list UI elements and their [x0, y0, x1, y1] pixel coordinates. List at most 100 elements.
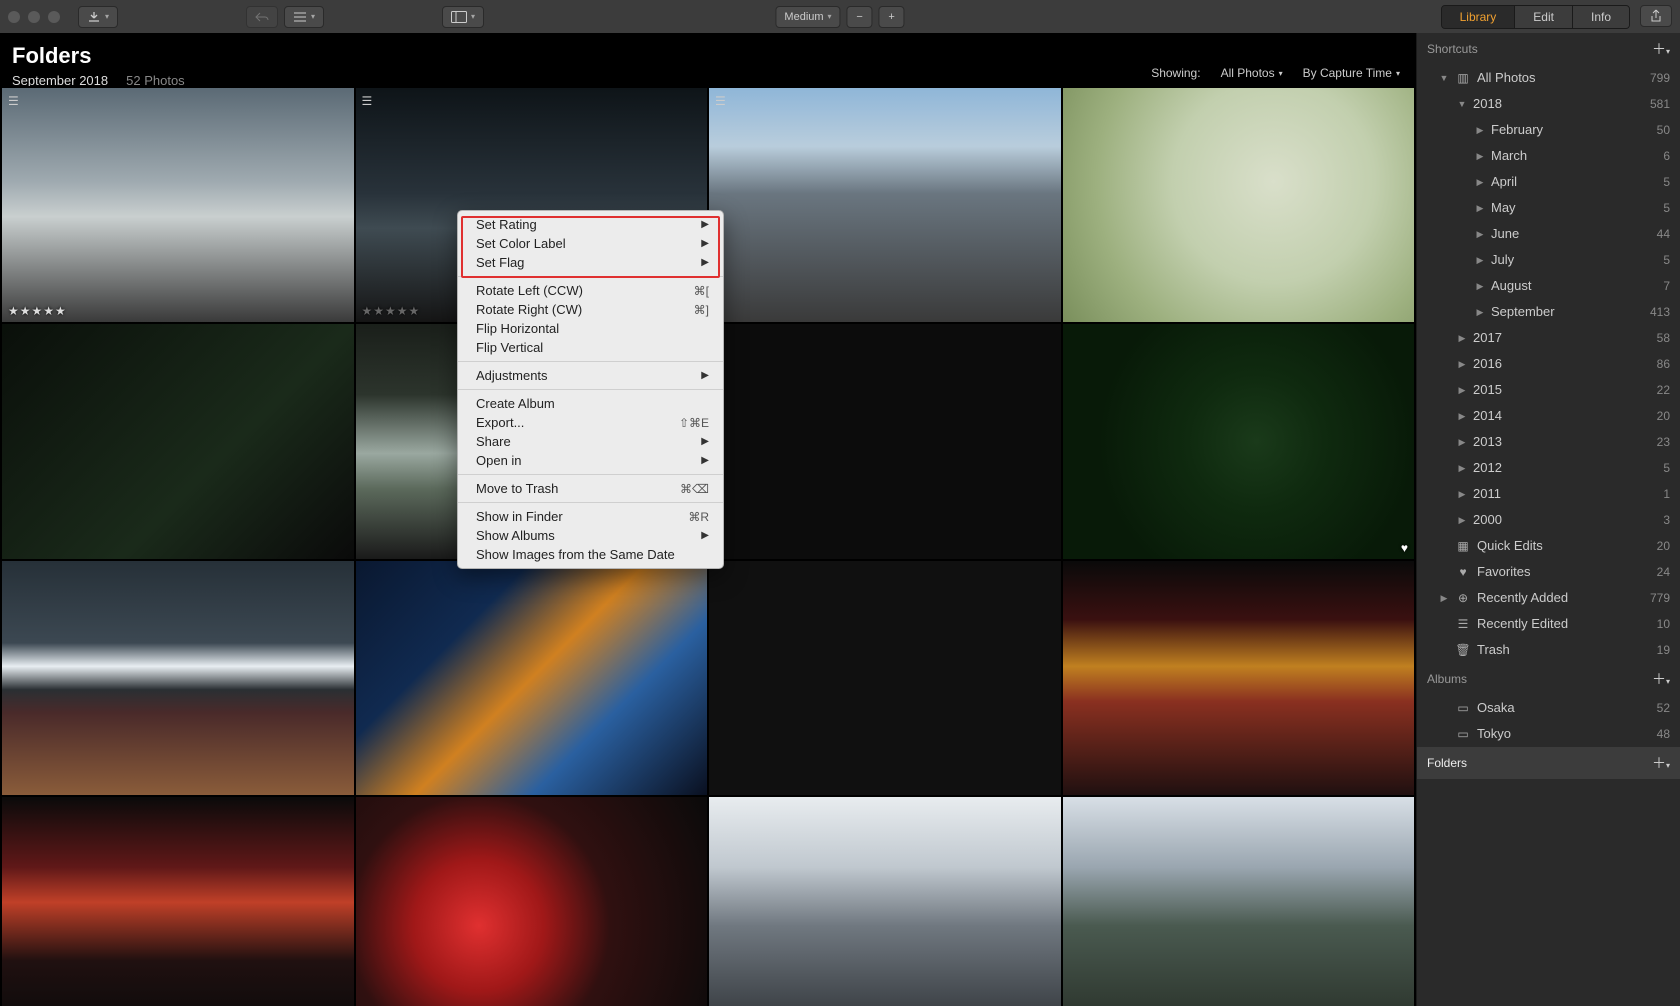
menu-open-in[interactable]: Open in▶: [458, 451, 723, 470]
menu-rotate-right[interactable]: Rotate Right (CW)⌘]: [458, 300, 723, 319]
close-icon[interactable]: [8, 11, 20, 23]
sidebar-item-trash[interactable]: 🗑 Trash 19: [1417, 637, 1680, 663]
disclosure-arrow-icon: ▶: [1457, 510, 1467, 530]
sidebar-item-recently-edited[interactable]: ☰ Recently Edited 10: [1417, 611, 1680, 637]
sidebar-item-month[interactable]: ▶April5: [1417, 169, 1680, 195]
filter-bar: Showing: All Photos▾ By Capture Time▾: [1151, 66, 1400, 80]
sidebar-item-year[interactable]: ▶201420: [1417, 403, 1680, 429]
showing-dropdown[interactable]: All Photos▾: [1221, 66, 1283, 80]
photo-thumbnail[interactable]: [356, 561, 708, 795]
photo-thumbnail[interactable]: [2, 797, 354, 1006]
sidebar-item-year[interactable]: ▼ 2018 581: [1417, 91, 1680, 117]
download-icon: [87, 11, 101, 23]
sidebar-item-all-photos[interactable]: ▼ ▥ All Photos 799: [1417, 65, 1680, 91]
menu-rotate-left[interactable]: Rotate Left (CCW)⌘[: [458, 281, 723, 300]
photo-thumbnail[interactable]: [2, 561, 354, 795]
menu-show-same-date[interactable]: Show Images from the Same Date: [458, 545, 723, 564]
photo-thumbnail[interactable]: [1063, 561, 1415, 795]
back-button[interactable]: [246, 6, 278, 28]
sidebar-item-year[interactable]: ▶201522: [1417, 377, 1680, 403]
thumbnail-size-dropdown[interactable]: Medium ▾: [775, 6, 840, 28]
sidebar-item-year[interactable]: ▶201758: [1417, 325, 1680, 351]
sidebar-item-year[interactable]: ▶20125: [1417, 455, 1680, 481]
window-controls: [8, 11, 60, 23]
view-mode-button[interactable]: ▾: [442, 6, 484, 28]
sort-dropdown[interactable]: By Capture Time▾: [1303, 66, 1400, 80]
sidebar-item-month[interactable]: ▶September413: [1417, 299, 1680, 325]
minimize-icon[interactable]: [28, 11, 40, 23]
share-icon: [1650, 9, 1662, 23]
sidebar-item-month[interactable]: ▶August7: [1417, 273, 1680, 299]
disclosure-arrow-icon: ▶: [1475, 302, 1485, 322]
sidebar-item-year[interactable]: ▶201686: [1417, 351, 1680, 377]
sidebar-item-month[interactable]: ▶February50: [1417, 117, 1680, 143]
zoom-out-button[interactable]: −: [847, 6, 873, 28]
disclosure-arrow-icon: ▶: [1457, 328, 1467, 348]
menu-show-albums[interactable]: Show Albums▶: [458, 526, 723, 545]
menu-set-rating[interactable]: Set Rating▶: [458, 215, 723, 234]
disclosure-arrow-icon: ▶: [1475, 276, 1485, 296]
menu-export[interactable]: Export...⇧⌘E: [458, 413, 723, 432]
zoom-icon[interactable]: [48, 11, 60, 23]
tab-edit[interactable]: Edit: [1515, 6, 1573, 28]
photo-thumbnail[interactable]: ☰: [709, 88, 1061, 322]
photo-thumbnail[interactable]: [1063, 88, 1415, 322]
submenu-arrow-icon: ▶: [701, 530, 709, 541]
titlebar: ▾ ▾ ▾ Medium ▾ − + Library Edit Info: [0, 0, 1680, 33]
zoom-in-button[interactable]: +: [879, 6, 905, 28]
sidebar-item-month[interactable]: ▶March6: [1417, 143, 1680, 169]
tab-library[interactable]: Library: [1442, 6, 1516, 28]
import-button[interactable]: ▾: [78, 6, 118, 28]
add-button[interactable]: ＋▾: [1652, 669, 1670, 689]
menu-set-color-label[interactable]: Set Color Label▶: [458, 234, 723, 253]
submenu-arrow-icon: ▶: [701, 257, 709, 268]
sidebar-layout-icon: [451, 11, 467, 23]
sidebar-item-month[interactable]: ▶July5: [1417, 247, 1680, 273]
menu-move-to-trash[interactable]: Move to Trash⌘⌫: [458, 479, 723, 498]
disclosure-arrow-icon: ▶: [1475, 172, 1485, 192]
tab-info[interactable]: Info: [1573, 6, 1629, 28]
sliders-icon: ☰: [1455, 614, 1471, 634]
photo-thumbnail[interactable]: ★★★★: [356, 797, 708, 1006]
submenu-arrow-icon: ▶: [701, 436, 709, 447]
photo-thumbnail[interactable]: [709, 561, 1061, 795]
add-button[interactable]: ＋▾: [1652, 753, 1670, 773]
sidebar-item-favorites[interactable]: ♥ Favorites 24: [1417, 559, 1680, 585]
sidebar-item-quick-edits[interactable]: ▦ Quick Edits 20: [1417, 533, 1680, 559]
photo-thumbnail[interactable]: [709, 324, 1061, 558]
rating-stars: ★★★★★: [362, 304, 421, 318]
disclosure-arrow-icon: ▶: [1457, 380, 1467, 400]
sidebar-section-shortcuts[interactable]: Shortcuts ＋▾: [1417, 33, 1680, 65]
chevron-down-icon: ▾: [1279, 69, 1283, 78]
menu-set-flag[interactable]: Set Flag▶: [458, 253, 723, 272]
menu-flip-horizontal[interactable]: Flip Horizontal: [458, 319, 723, 338]
menu-show-in-finder[interactable]: Show in Finder⌘R: [458, 507, 723, 526]
photo-thumbnail[interactable]: [1063, 797, 1415, 1006]
sidebar-item-month[interactable]: ▶June44: [1417, 221, 1680, 247]
sidebar-item-album[interactable]: ▭Osaka52: [1417, 695, 1680, 721]
photo-thumbnail[interactable]: ♥: [1063, 324, 1415, 558]
menu-flip-vertical[interactable]: Flip Vertical: [458, 338, 723, 357]
menu-share[interactable]: Share▶: [458, 432, 723, 451]
sidebar-item-month[interactable]: ▶May5: [1417, 195, 1680, 221]
photo-thumbnail[interactable]: ☰ ★★★★★: [2, 88, 354, 322]
share-button[interactable]: [1640, 5, 1672, 27]
plus-circle-icon: ⊕: [1455, 588, 1471, 608]
sliders-icon: ☰: [362, 94, 373, 108]
sidebar-item-year[interactable]: ▶20111: [1417, 481, 1680, 507]
menu-create-album[interactable]: Create Album: [458, 394, 723, 413]
photo-thumbnail[interactable]: [2, 324, 354, 558]
sidebar-item-album[interactable]: ▭Tokyo48: [1417, 721, 1680, 747]
sidebar-item-year[interactable]: ▶20003: [1417, 507, 1680, 533]
chevron-down-icon: ▾: [828, 12, 832, 21]
photo-thumbnail[interactable]: [709, 797, 1061, 1006]
add-button[interactable]: ＋▾: [1652, 39, 1670, 59]
chevron-down-icon: ▾: [471, 12, 475, 21]
menu-adjustments[interactable]: Adjustments▶: [458, 366, 723, 385]
sidebar-section-folders[interactable]: Folders ＋▾: [1417, 747, 1680, 779]
sidebar-item-year[interactable]: ▶201323: [1417, 429, 1680, 455]
sidebar-section-albums[interactable]: Albums ＋▾: [1417, 663, 1680, 695]
sidebar-item-recently-added[interactable]: ▶⊕ Recently Added 779: [1417, 585, 1680, 611]
list-button[interactable]: ▾: [284, 6, 324, 28]
grid-icon: ▦: [1455, 536, 1471, 556]
